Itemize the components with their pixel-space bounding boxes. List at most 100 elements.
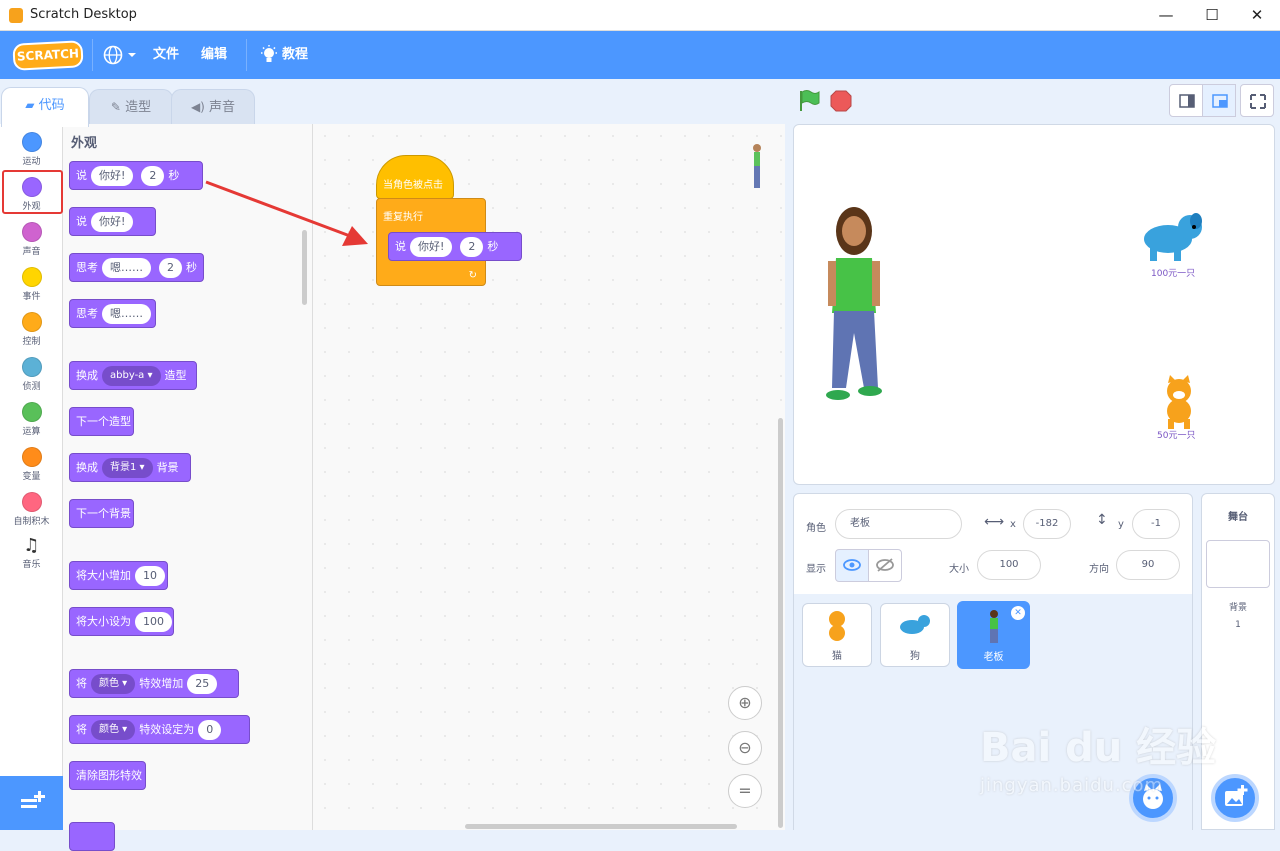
- next-costume-block[interactable]: 下一个造型: [69, 407, 134, 436]
- effect-set-input[interactable]: 0: [198, 720, 222, 740]
- category-my-blocks[interactable]: 自制积木: [0, 484, 63, 527]
- abby-sprite[interactable]: [816, 203, 896, 413]
- size-set-input[interactable]: 100: [135, 612, 172, 632]
- block-label: 将大小设为: [76, 615, 131, 628]
- category-operators[interactable]: 运算: [0, 394, 63, 437]
- cat-thumbnail: [829, 611, 845, 641]
- tab-costumes[interactable]: ✎ 造型: [89, 89, 173, 125]
- sprite-tile-boss[interactable]: 老板 ✕: [957, 601, 1030, 669]
- change-size-block[interactable]: 将大小增加 10: [69, 561, 168, 590]
- think-text-input[interactable]: 嗯……: [102, 304, 151, 324]
- workspace-scrollbar-horizontal[interactable]: [465, 824, 737, 829]
- category-music[interactable]: ♫ 音乐: [0, 529, 63, 570]
- edit-menu[interactable]: 编辑: [201, 31, 227, 79]
- think-secs-input[interactable]: 2: [159, 258, 182, 278]
- tab-sounds[interactable]: ◀) 声音: [171, 89, 255, 125]
- say-for-secs-block[interactable]: 说你好! 2 秒: [69, 161, 203, 190]
- y-arrows-icon: ↕: [1096, 512, 1108, 528]
- add-sprite-button[interactable]: [1129, 774, 1177, 822]
- language-menu[interactable]: [103, 31, 137, 79]
- category-control[interactable]: 控制: [0, 304, 63, 347]
- change-effect-block[interactable]: 将颜色 ▾ 特效增加 25: [69, 669, 239, 698]
- category-variables[interactable]: 变量: [0, 439, 63, 482]
- close-window-button[interactable]: ✕: [1234, 0, 1280, 31]
- clear-effects-block[interactable]: 清除图形特效: [69, 761, 146, 790]
- sprite-tile-dog[interactable]: 狗: [880, 603, 950, 667]
- palette-block-partial[interactable]: [69, 822, 115, 851]
- effect-change-input[interactable]: 25: [187, 674, 218, 694]
- globe-icon: [103, 45, 136, 64]
- sprite-name-input[interactable]: 老板: [835, 509, 962, 539]
- green-flag-icon[interactable]: [797, 89, 821, 113]
- block-label: 换成: [76, 461, 98, 474]
- think-text-input[interactable]: 嗯……: [102, 258, 151, 278]
- menu-divider: [92, 39, 93, 71]
- show-visible-button[interactable]: [835, 549, 869, 582]
- category-sensing[interactable]: 侦测: [0, 349, 63, 392]
- sprite-thumbnail-icon: [750, 142, 764, 190]
- zoom-in-button[interactable]: ⊕: [728, 686, 762, 720]
- sprite-tile-name: 老板: [983, 652, 1004, 663]
- tutorials-menu[interactable]: 教程: [260, 31, 308, 79]
- add-extension-button[interactable]: [0, 776, 63, 830]
- category-dot: [21, 222, 42, 242]
- scratch-logo[interactable]: SCRATCH: [12, 40, 84, 71]
- cat-price-label: 50元一只: [1157, 431, 1196, 441]
- music-note-icon: ♫: [23, 535, 40, 556]
- small-stage-button[interactable]: [1169, 84, 1203, 117]
- next-backdrop-block[interactable]: 下一个背景: [69, 499, 134, 528]
- category-dot: [21, 357, 42, 377]
- large-stage-button[interactable]: [1202, 84, 1236, 117]
- show-hidden-button[interactable]: [868, 549, 902, 582]
- size-input[interactable]: 100: [977, 550, 1041, 580]
- x-position-input[interactable]: -182: [1023, 509, 1071, 539]
- switch-backdrop-block[interactable]: 换成 背景1 ▾ 背景: [69, 453, 191, 482]
- block-label: 说: [395, 240, 406, 253]
- block-label: 思考: [76, 261, 98, 274]
- when-sprite-clicked-block[interactable]: 当角色被点击: [376, 155, 454, 199]
- say-text-input[interactable]: 你好!: [91, 166, 134, 186]
- script-say-block[interactable]: 说你好! 2 秒: [388, 232, 522, 261]
- say-block[interactable]: 说你好!: [69, 207, 156, 236]
- script-say-text-input[interactable]: 你好!: [410, 237, 453, 257]
- category-events[interactable]: 事件: [0, 259, 63, 302]
- direction-input[interactable]: 90: [1116, 550, 1180, 580]
- set-size-block[interactable]: 将大小设为 100: [69, 607, 174, 636]
- think-block[interactable]: 思考 嗯……: [69, 299, 156, 328]
- speaker-icon: ◀): [190, 100, 205, 114]
- effect-dropdown[interactable]: 颜色 ▾: [91, 674, 136, 694]
- set-effect-block[interactable]: 将颜色 ▾ 特效设定为 0: [69, 715, 250, 744]
- category-dot: [21, 447, 42, 467]
- costume-dropdown[interactable]: abby-a ▾: [102, 366, 161, 386]
- script-say-secs-input[interactable]: 2: [460, 237, 484, 257]
- fullscreen-button[interactable]: [1240, 84, 1274, 117]
- y-position-input[interactable]: -1: [1132, 509, 1180, 539]
- size-change-input[interactable]: 10: [135, 566, 165, 586]
- category-label: 自制积木: [13, 517, 50, 527]
- minimize-button[interactable]: —: [1143, 0, 1189, 31]
- cat-sprite[interactable]: [1154, 375, 1204, 431]
- add-backdrop-button[interactable]: [1211, 774, 1259, 822]
- backdrop-dropdown[interactable]: 背景1 ▾: [102, 458, 153, 478]
- x-arrows-icon: ⟷: [984, 514, 1005, 530]
- switch-costume-block[interactable]: 换成 abby-a ▾ 造型: [69, 361, 197, 390]
- file-menu[interactable]: 文件: [153, 31, 179, 79]
- say-text-input[interactable]: 你好!: [91, 212, 134, 232]
- category-sound[interactable]: 声音: [0, 214, 63, 257]
- dog-sprite[interactable]: [1138, 211, 1208, 267]
- category-motion[interactable]: 运动: [0, 124, 63, 167]
- think-for-secs-block[interactable]: 思考 嗯…… 2 秒: [69, 253, 204, 282]
- delete-sprite-icon[interactable]: ✕: [1011, 606, 1025, 620]
- sprite-tile-cat[interactable]: 猫: [802, 603, 872, 667]
- workspace-scrollbar-vertical[interactable]: [778, 418, 783, 828]
- tab-code[interactable]: ▰ 代码: [1, 87, 89, 127]
- maximize-button[interactable]: ☐: [1189, 0, 1235, 31]
- say-secs-input[interactable]: 2: [141, 166, 165, 186]
- category-dot: [21, 492, 42, 512]
- zoom-reset-button[interactable]: =: [728, 774, 762, 808]
- stop-icon[interactable]: [829, 89, 853, 113]
- effect-dropdown[interactable]: 颜色 ▾: [91, 720, 136, 740]
- zoom-out-button[interactable]: ⊖: [728, 731, 762, 765]
- stage-canvas[interactable]: 100元一只 50元一只: [793, 124, 1275, 485]
- lightbulb-icon: [261, 44, 277, 62]
